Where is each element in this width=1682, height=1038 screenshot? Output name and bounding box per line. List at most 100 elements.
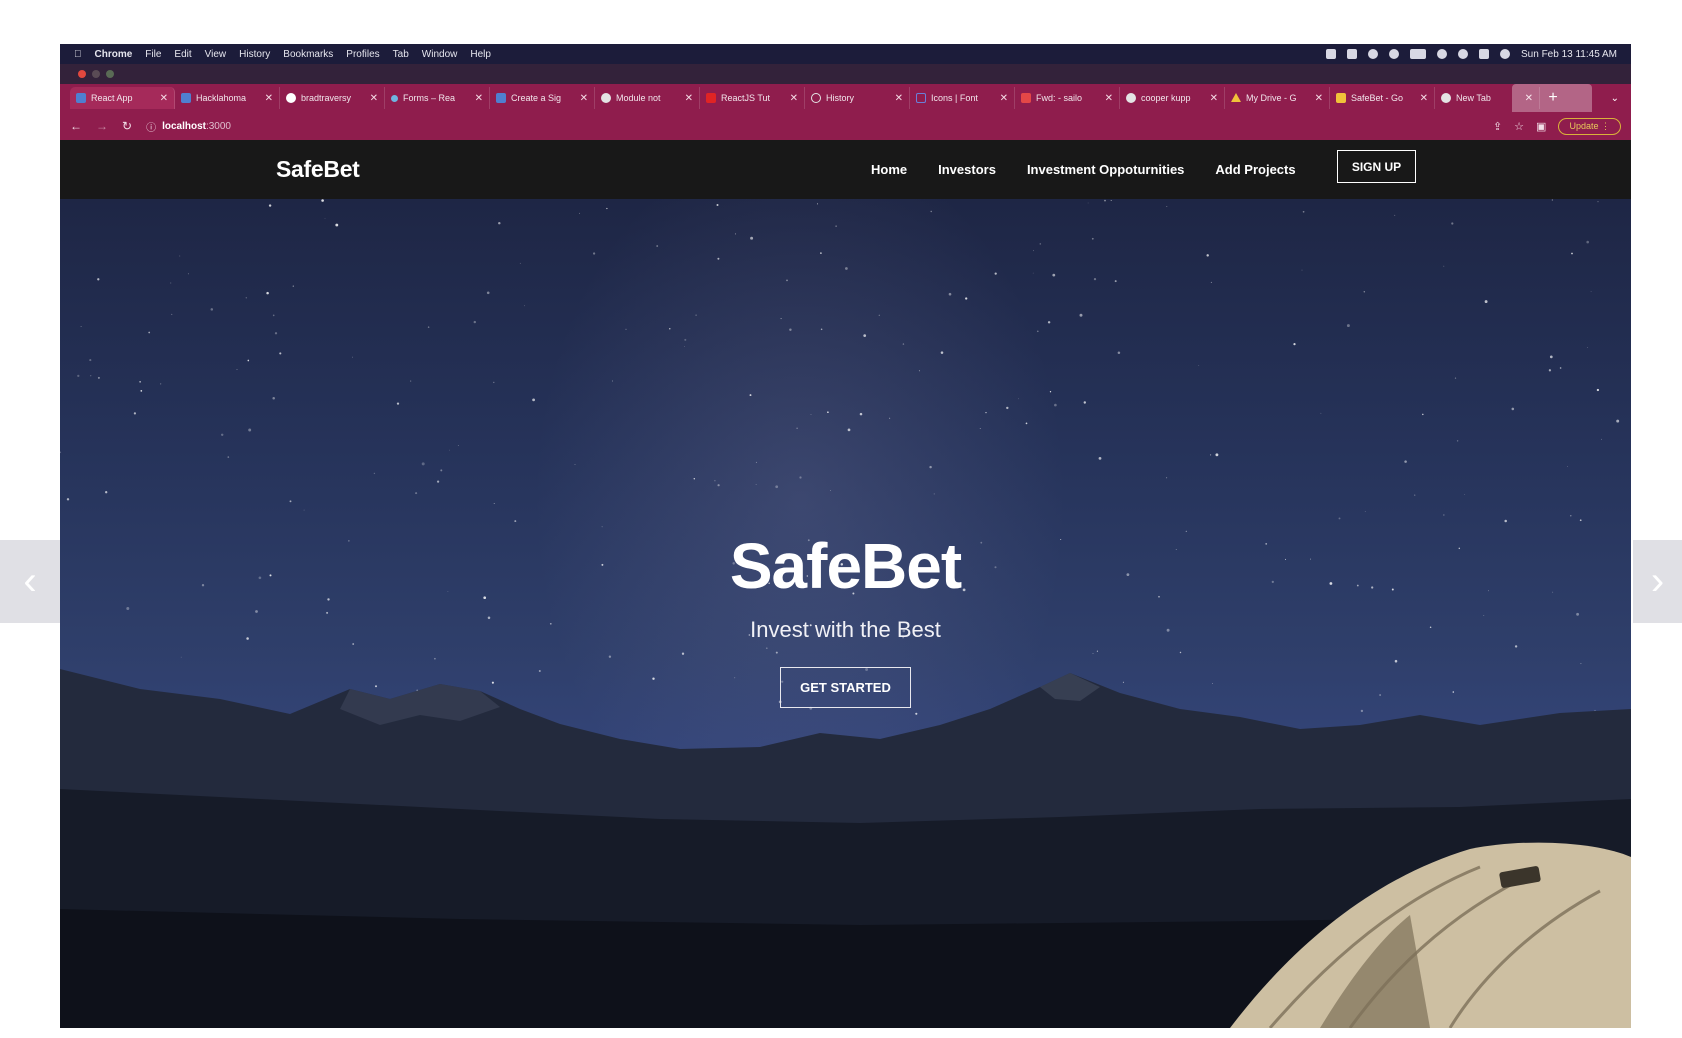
carousel-next-chevron-right-icon[interactable]: › [1633,540,1682,623]
browser-tab[interactable]: Fwd: - sailo ✕ [1015,87,1120,109]
star [1464,494,1466,495]
tab-close-icon[interactable]: ✕ [580,93,588,104]
browser-tab[interactable]: React App ✕ [70,87,175,109]
menu-history[interactable]: History [239,49,270,60]
tab-favicon-icon [76,93,86,103]
star [1338,517,1341,520]
forward-arrow-icon[interactable]: → [96,119,108,133]
tab-close-icon[interactable]: ✕ [1315,93,1323,104]
get-started-button[interactable]: GET STARTED [780,667,911,708]
siri-icon[interactable] [1368,49,1378,59]
star [427,326,430,328]
focus-moon-icon[interactable] [1389,49,1399,59]
browser-tab[interactable]: Create a Sig ✕ [490,87,595,109]
url-omnibox[interactable]: ⓘ localhost:3000 [146,119,231,134]
tab-close-icon[interactable]: ✕ [790,93,798,104]
tab-close-icon[interactable]: ✕ [685,93,693,104]
share-icon[interactable]: ⇪ [1493,120,1502,133]
control-center-icon[interactable] [1347,49,1357,59]
nav-link-add-projects[interactable]: Add Projects [1215,162,1295,177]
tab-close-icon[interactable]: ✕ [475,93,483,104]
star [89,359,92,362]
tab-close-icon[interactable]: ✕ [1420,93,1428,104]
nav-link-investment-opportunities[interactable]: Investment Oppoturnities [1027,162,1184,177]
tab-close-icon[interactable]: ✕ [265,93,273,104]
bookmark-star-icon[interactable]: ☆ [1514,120,1524,133]
screen-record-icon[interactable] [1326,49,1336,59]
battery-icon[interactable] [1410,49,1426,59]
tab-label: bradtraversy [301,93,352,103]
display-icon[interactable] [1479,49,1489,59]
tab-close-icon[interactable]: ✕ [1000,93,1008,104]
star [717,484,720,487]
browser-tab[interactable]: Hacklahoma ✕ [175,87,280,109]
back-arrow-icon[interactable]: ← [70,119,82,133]
star [1083,401,1086,404]
carousel-prev-chevron-left-icon[interactable]: ‹ [0,540,60,623]
star [1210,454,1212,456]
tab-label: SafeBet - Go [1351,93,1404,103]
menu-window[interactable]: Window [422,49,458,60]
star [847,428,851,432]
menu-bookmarks[interactable]: Bookmarks [283,49,333,60]
site-logo[interactable]: SafeBet [276,156,360,183]
star [179,255,181,257]
tab-close-icon[interactable]: ✕ [370,93,378,104]
tab-close-icon[interactable]: ✕ [1210,93,1218,104]
browser-tab[interactable]: My Drive - G ✕ [1225,87,1330,109]
star [684,338,687,341]
star [734,233,736,235]
star [373,472,376,475]
star [817,203,818,205]
menu-edit[interactable]: Edit [174,49,191,60]
notification-center-icon[interactable] [1500,49,1510,59]
star [574,464,576,465]
wifi-icon[interactable] [1437,49,1447,59]
browser-tab[interactable]: ReactJS Tut ✕ [700,87,805,109]
nav-link-home[interactable]: Home [871,162,907,177]
zoom-window-icon[interactable] [106,70,114,78]
browser-tab[interactable]: bradtraversy ✕ [280,87,385,109]
menu-profiles[interactable]: Profiles [346,49,379,60]
star [799,476,802,479]
tab-label: My Drive - G [1246,93,1297,103]
extension-icon[interactable]: ▣ [1536,120,1546,133]
tab-close-icon[interactable]: ✕ [1105,93,1113,104]
menu-chrome[interactable]: Chrome [95,49,133,60]
star [1454,377,1457,379]
star [292,285,294,287]
menu-tab[interactable]: Tab [393,49,409,60]
menu-help[interactable]: Help [470,49,491,60]
star [684,346,685,347]
star [436,480,440,483]
star [749,394,752,397]
tab-close-icon[interactable]: ✕ [895,93,903,104]
browser-tab[interactable]: Module not ✕ [595,87,700,109]
site-info-icon[interactable]: ⓘ [146,119,156,134]
sign-up-button[interactable]: SIGN UP [1337,150,1416,183]
browser-tab[interactable]: Forms – Rea ✕ [385,87,490,109]
star [1548,369,1552,372]
browser-tab[interactable]: cooper kupp ✕ [1120,87,1225,109]
browser-tab[interactable]: SafeBet - Go ✕ [1330,87,1435,109]
google-icon [1126,93,1136,103]
tab-close-icon[interactable]: ✕ [160,93,168,104]
tab-search-chevron-down-icon[interactable]: ⌄ [1611,93,1619,104]
menu-view[interactable]: View [205,49,227,60]
browser-tab[interactable]: History ✕ [805,87,910,109]
minimize-window-icon[interactable] [92,70,100,78]
menu-file[interactable]: File [145,49,161,60]
star [77,374,80,378]
star [133,412,137,415]
menubar-clock[interactable]: Sun Feb 13 11:45 AM [1521,49,1617,60]
browser-tab[interactable]: Icons | Font ✕ [910,87,1015,109]
spotlight-search-icon[interactable] [1458,49,1468,59]
chrome-update-button[interactable]: Update ⋮ [1558,117,1621,135]
star [820,328,823,331]
nav-link-investors[interactable]: Investors [938,162,996,177]
apple-menu-icon[interactable]:  [74,49,82,60]
reload-icon[interactable]: ↻ [122,119,132,133]
star [289,500,292,503]
star [1443,514,1445,516]
close-window-icon[interactable] [78,70,86,78]
